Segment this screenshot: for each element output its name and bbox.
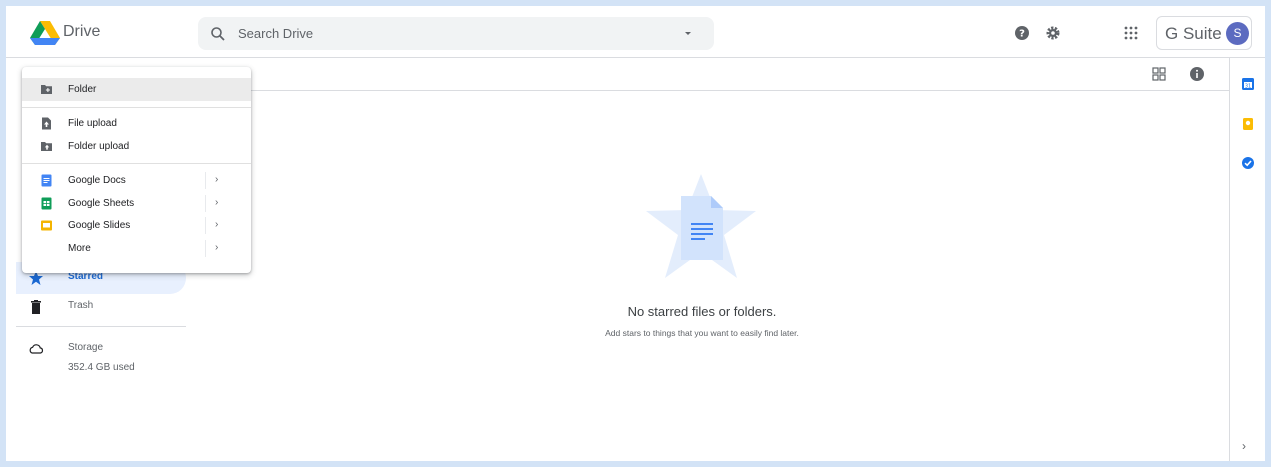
file-upload-icon xyxy=(42,117,51,130)
expand-panel-chevron-icon[interactable]: › xyxy=(1242,439,1246,453)
menu-item-folder[interactable]: Folder xyxy=(22,78,251,101)
menu-item-label: Google Slides xyxy=(68,220,131,231)
menu-item-more[interactable]: More › xyxy=(22,237,251,260)
menu-item-google-slides[interactable]: Google Slides › xyxy=(22,214,251,237)
menu-item-label: Folder xyxy=(68,84,97,95)
cloud-icon xyxy=(29,344,44,354)
submenu-separator xyxy=(205,195,206,212)
folder-upload-icon xyxy=(41,142,52,151)
sidebar-item-storage[interactable]: Storage xyxy=(16,333,186,365)
drive-logo-icon[interactable] xyxy=(30,21,60,45)
menu-item-label: Google Docs xyxy=(68,175,126,186)
search-bar[interactable]: Search Drive xyxy=(198,17,714,50)
new-item-menu: Folder File upload Folder upload Google … xyxy=(22,67,251,273)
google-docs-icon xyxy=(41,174,52,187)
menu-item-label: File upload xyxy=(68,118,117,129)
submenu-separator xyxy=(205,172,206,189)
submenu-separator xyxy=(205,217,206,234)
storage-used-text: 352.4 GB used xyxy=(68,362,135,373)
svg-text:?: ? xyxy=(1019,29,1025,40)
menu-item-google-docs[interactable]: Google Docs › xyxy=(22,169,251,192)
trash-icon xyxy=(31,300,41,314)
search-icon[interactable] xyxy=(210,26,226,42)
submenu-chevron-icon[interactable]: › xyxy=(215,242,218,253)
app-name: Drive xyxy=(63,23,101,40)
menu-item-label: More xyxy=(68,243,91,254)
empty-state-subtitle: Add stars to things that you want to eas… xyxy=(605,328,799,338)
google-slides-icon xyxy=(41,220,52,231)
gsuite-brand-label: G Suite xyxy=(1165,24,1222,43)
sidebar-item-label: Trash xyxy=(68,300,94,311)
google-sheets-icon xyxy=(41,197,52,210)
apps-grid-icon[interactable] xyxy=(1122,24,1140,42)
grid-view-icon[interactable] xyxy=(1152,67,1166,81)
new-folder-icon xyxy=(41,85,52,94)
svg-text:31: 31 xyxy=(1245,84,1251,90)
sidebar-divider xyxy=(16,326,186,327)
sidebar-item-trash[interactable]: Trash xyxy=(16,291,186,323)
menu-item-google-sheets[interactable]: Google Sheets › xyxy=(22,192,251,215)
menu-divider xyxy=(22,163,251,164)
submenu-separator xyxy=(205,240,206,257)
search-options-icon[interactable] xyxy=(682,27,694,39)
side-panel: 31 › xyxy=(1229,58,1265,461)
account-switcher[interactable]: G Suite S xyxy=(1156,16,1252,50)
avatar[interactable]: S xyxy=(1226,22,1249,45)
menu-item-folder-upload[interactable]: Folder upload xyxy=(22,135,251,158)
submenu-chevron-icon[interactable]: › xyxy=(215,174,218,185)
content-toolbar xyxy=(192,58,1229,91)
submenu-chevron-icon[interactable]: › xyxy=(215,219,218,230)
drive-window: Drive Search Drive ? G Suite S 31 › Star… xyxy=(6,6,1265,461)
menu-item-label: Google Sheets xyxy=(68,198,135,209)
help-icon[interactable]: ? xyxy=(1013,24,1031,42)
submenu-chevron-icon[interactable]: › xyxy=(215,197,218,208)
empty-starred-illustration xyxy=(646,174,756,278)
tasks-icon[interactable] xyxy=(1241,156,1255,170)
settings-gear-icon[interactable] xyxy=(1044,24,1062,42)
menu-divider xyxy=(22,107,251,108)
calendar-icon[interactable]: 31 xyxy=(1241,77,1255,91)
keep-icon[interactable] xyxy=(1241,117,1255,131)
sidebar-item-label: Storage xyxy=(68,342,104,353)
app-header: Drive Search Drive ? G Suite S xyxy=(6,6,1265,58)
empty-state-title: No starred files or folders. xyxy=(627,304,777,319)
search-input[interactable]: Search Drive xyxy=(238,26,313,41)
menu-item-file-upload[interactable]: File upload xyxy=(22,112,251,135)
menu-item-label: Folder upload xyxy=(68,141,130,152)
info-icon[interactable] xyxy=(1189,66,1205,82)
